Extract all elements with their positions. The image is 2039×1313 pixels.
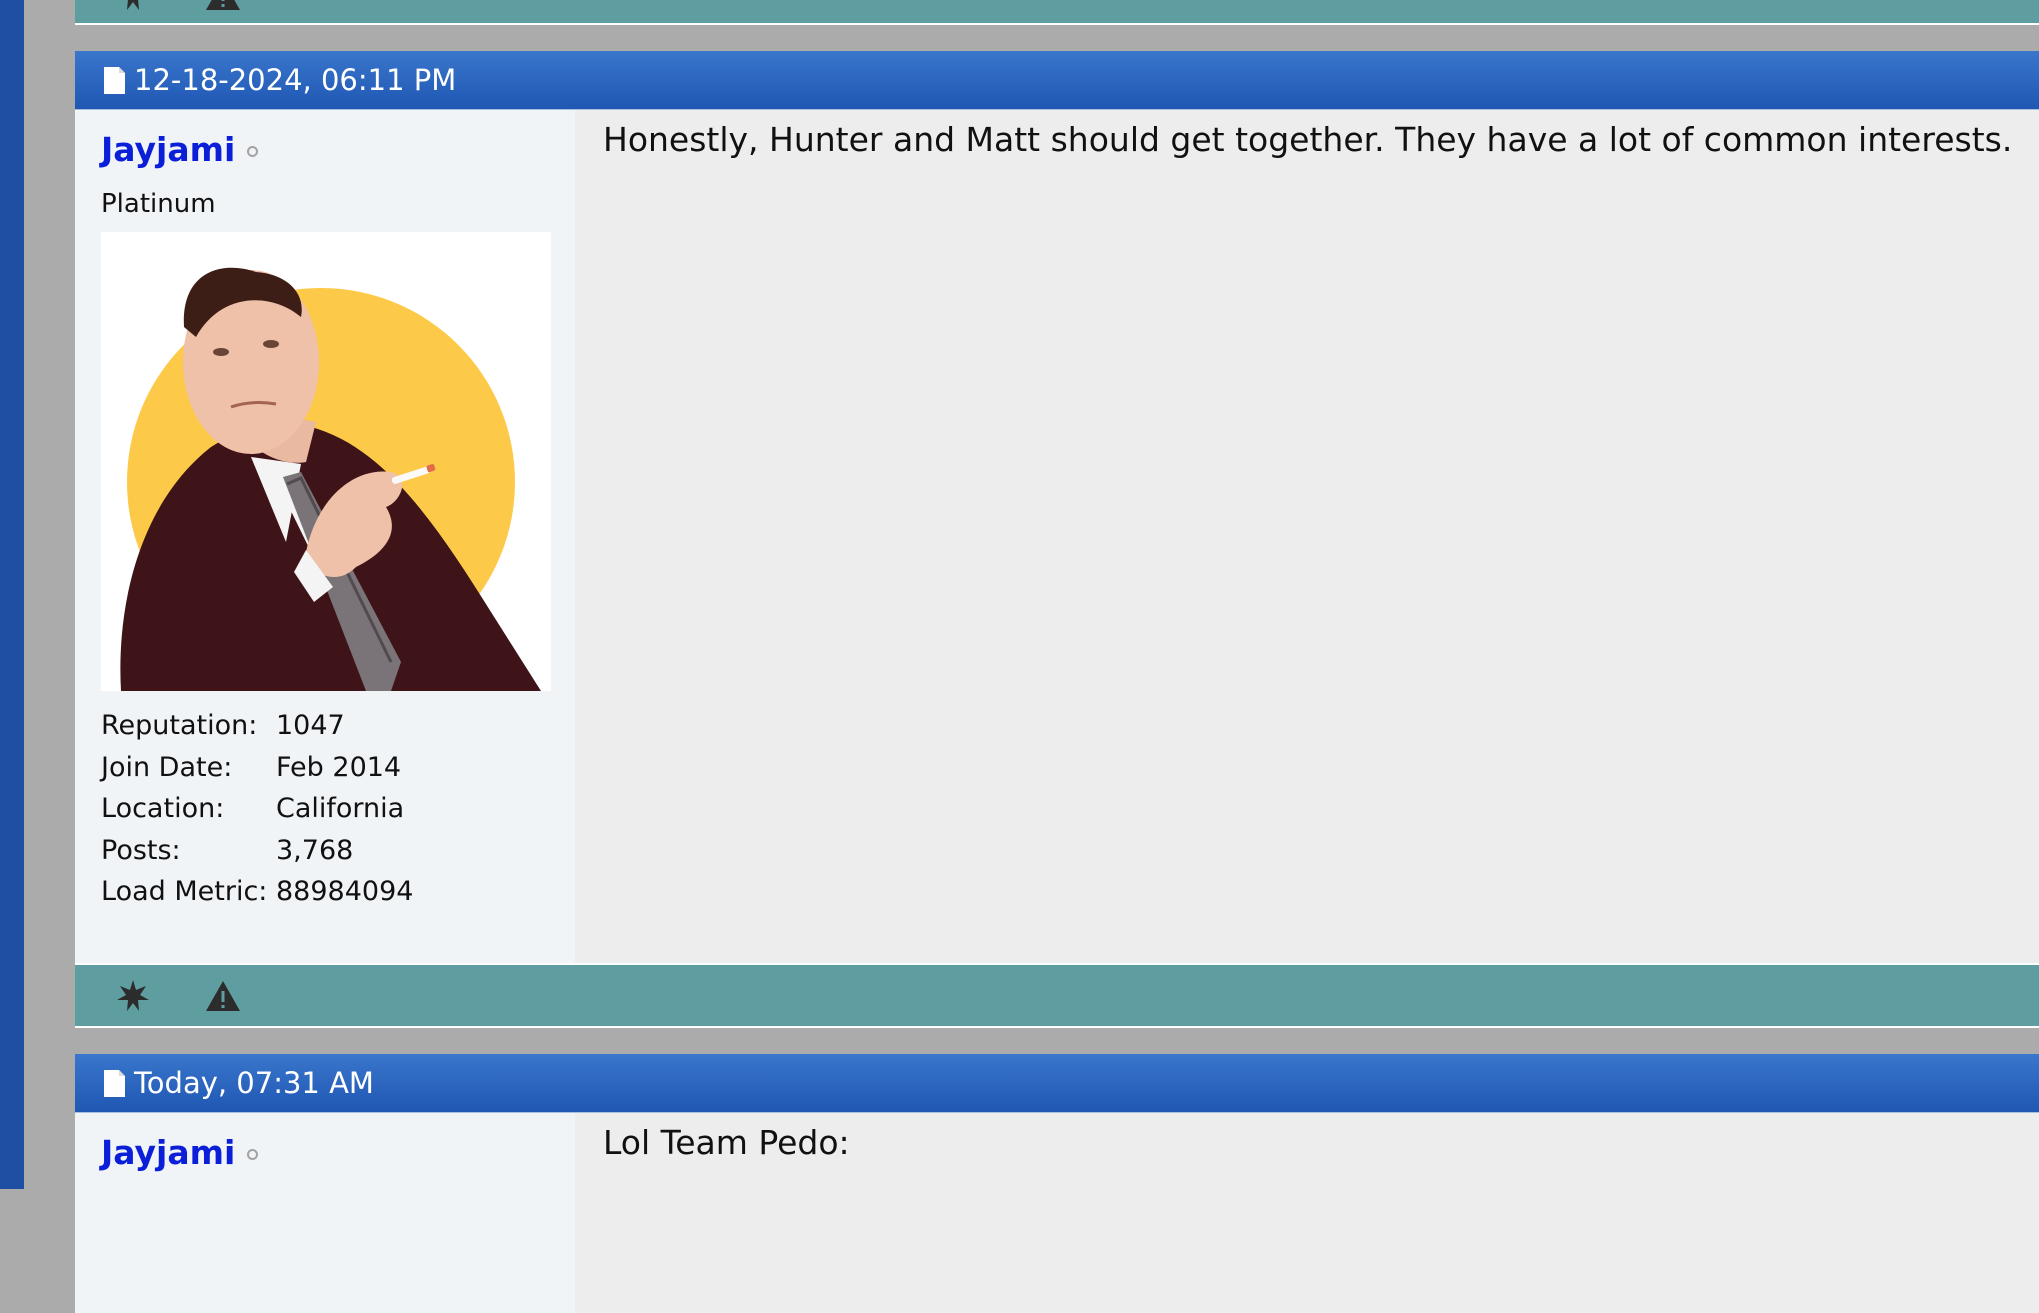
user-info-panel: Jayjami [75, 1113, 575, 1313]
stat-row-reputation: Reputation: 1047 [101, 705, 575, 747]
warning-icon[interactable] [203, 0, 243, 15]
post-footer [75, 963, 2039, 1028]
stat-label: Load Metric: [101, 876, 268, 908]
post-footer-previous [75, 0, 2039, 25]
stat-value: 3,768 [276, 834, 354, 866]
post-date: 12-18-2024, 06:11 PM [134, 63, 457, 97]
post-header: Today, 07:31 AM [75, 1054, 2039, 1113]
document-icon [104, 1069, 125, 1097]
post-message: Lol Team Pedo: [575, 1113, 2039, 1313]
document-icon [104, 66, 125, 94]
post: Today, 07:31 AM Jayjami Lol Team Pedo: [75, 1054, 2039, 1313]
offline-status-icon [247, 146, 259, 157]
stat-label: Reputation: [101, 710, 258, 742]
avatar[interactable] [101, 232, 551, 691]
user-stats: Reputation: 1047 Join Date: Feb 2014 Loc… [101, 705, 575, 913]
offline-status-icon [247, 1149, 259, 1160]
stat-row-location: Location: California [101, 788, 575, 830]
stat-row-join-date: Join Date: Feb 2014 [101, 747, 575, 789]
stat-row-load-metric: Load Metric: 88984094 [101, 871, 575, 913]
stat-label: Location: [101, 793, 225, 825]
user-info-panel: Jayjami Platinum Reputation: 1047 Join D… [75, 110, 575, 963]
post-body: Jayjami Lol Team Pedo: [75, 1113, 2039, 1313]
post-header: 12-18-2024, 06:11 PM [75, 51, 2039, 110]
stat-label: Join Date: [101, 751, 233, 783]
username-link[interactable]: Jayjami [101, 1133, 235, 1172]
user-title: Platinum [101, 189, 216, 219]
stat-row-posts: Posts: 3,768 [101, 830, 575, 872]
post-body: Jayjami Platinum Reputation: 1047 Join D… [75, 110, 2039, 963]
stat-value: 1047 [276, 710, 345, 742]
left-edge-bar [0, 0, 24, 1189]
post-date: Today, 07:31 AM [134, 1066, 374, 1100]
stat-value: Feb 2014 [276, 751, 402, 783]
post: 12-18-2024, 06:11 PM Jayjami Platinum Re… [75, 51, 2039, 1028]
stat-value: 88984094 [276, 876, 414, 908]
star-icon[interactable] [113, 976, 153, 1016]
username-link[interactable]: Jayjami [101, 130, 235, 169]
stat-label: Posts: [101, 834, 181, 866]
stat-value: California [276, 793, 405, 825]
star-icon[interactable] [113, 0, 153, 15]
post-message: Honestly, Hunter and Matt should get tog… [575, 110, 2039, 963]
warning-icon[interactable] [203, 976, 243, 1016]
